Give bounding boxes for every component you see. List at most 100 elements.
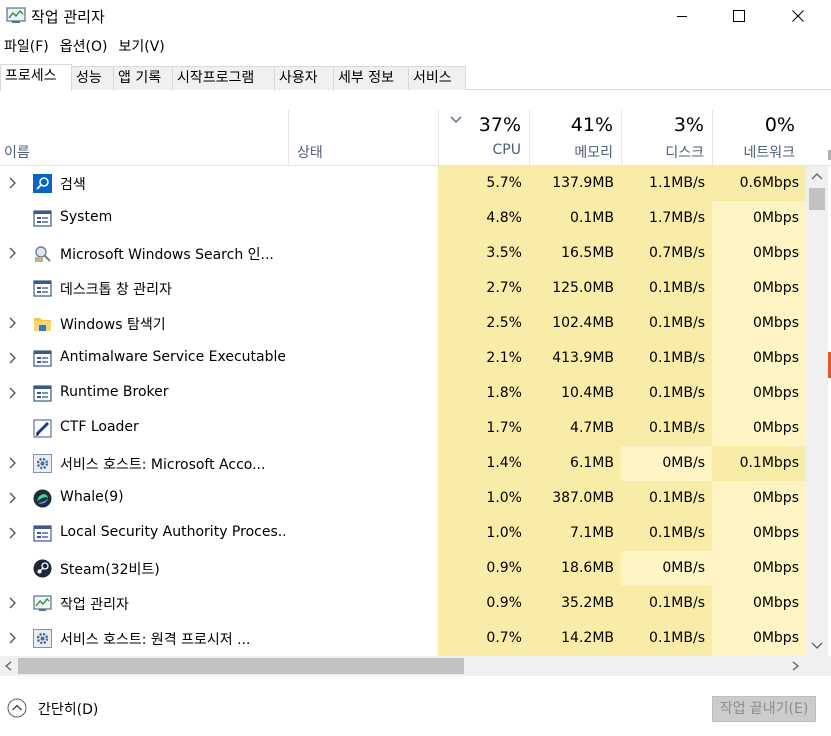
tab-details[interactable]: 세부 정보: [333, 66, 409, 90]
cpu-cell: 1.0%: [438, 516, 529, 551]
folder-icon: [34, 318, 51, 331]
expand-chevron-icon[interactable]: [7, 387, 17, 399]
process-row[interactable]: 작업 관리자 0.9% 35.2MB 0.1MB/s 0Mbps: [0, 586, 806, 621]
scroll-down-arrow-icon[interactable]: [811, 642, 823, 650]
cpu-cell: 2.1%: [438, 341, 529, 376]
minimize-button[interactable]: [652, 0, 712, 32]
expand-chevron-icon[interactable]: [7, 632, 17, 644]
expand-chevron-icon[interactable]: [7, 597, 17, 609]
process-row[interactable]: Local Security Authority Proces... 1.0% 7.…: [0, 516, 806, 551]
expand-chevron-icon[interactable]: [7, 457, 17, 469]
pen-icon: [33, 419, 52, 438]
disk-cell: 0.1MB/s: [621, 341, 712, 376]
whale-icon: [33, 489, 52, 508]
network-cell: 0Mbps: [712, 341, 806, 376]
network-cell: 0Mbps: [712, 516, 806, 551]
window-icon: [33, 525, 52, 542]
process-row[interactable]: 데스크톱 창 관리자 2.7% 125.0MB 0.1MB/s 0Mbps: [0, 271, 806, 306]
title-bar: 작업 관리자: [0, 0, 831, 34]
window-icon: [33, 350, 52, 367]
expand-chevron-icon[interactable]: [7, 352, 17, 364]
cpu-cell: 1.7%: [438, 411, 529, 446]
process-row[interactable]: Whale(9) 1.0% 387.0MB 0.1MB/s 0Mbps: [0, 481, 806, 516]
process-row[interactable]: Antimalware Service Executable 2.1% 413.9M…: [0, 341, 806, 376]
vertical-scrollbar[interactable]: [806, 166, 828, 656]
expand-chevron-icon[interactable]: [7, 492, 17, 504]
network-total-percent: 0%: [764, 114, 795, 136]
scrollbar-corner: [806, 656, 831, 676]
disk-cell: 0.1MB/s: [621, 411, 712, 446]
process-row[interactable]: 서비스 호스트: 원격 프로시저 ... 0.7% 14.2MB 0.1MB/s 0Mb…: [0, 621, 806, 656]
menu-view[interactable]: 보기(V): [114, 36, 171, 58]
menu-options[interactable]: 옵션(O): [56, 36, 115, 58]
menu-file[interactable]: 파일(F): [0, 36, 56, 58]
tab-app-history[interactable]: 앱 기록: [113, 66, 173, 90]
scroll-up-arrow-icon[interactable]: [811, 172, 823, 180]
scroll-left-arrow-icon[interactable]: [4, 661, 12, 671]
end-task-button[interactable]: 작업 끝내기(E): [712, 696, 816, 722]
process-row[interactable]: CTF Loader 1.7% 4.7MB 0.1MB/s 0Mbps: [0, 411, 806, 446]
header-status[interactable]: 상태: [289, 110, 438, 166]
process-row[interactable]: Steam(32비트) 0.9% 18.6MB 0MB/s 0Mbps: [0, 551, 806, 586]
tab-processes[interactable]: 프로세스: [0, 64, 72, 91]
memory-total-percent: 41%: [570, 114, 613, 136]
header-memory-label: 메모리: [574, 145, 613, 161]
process-row[interactable]: System 4.8% 0.1MB 1.7MB/s 0Mbps: [0, 201, 806, 236]
vertical-scroll-thumb[interactable]: [809, 188, 825, 210]
network-cell: 0.1Mbps: [712, 446, 806, 481]
fewer-details-link[interactable]: 간단히(D): [38, 699, 98, 719]
expand-chevron-icon[interactable]: [7, 247, 17, 259]
process-name: Steam(32비트): [60, 562, 160, 578]
tab-users[interactable]: 사용자: [274, 66, 334, 90]
expand-chevron-icon[interactable]: [7, 177, 17, 189]
process-name: Antimalware Service Executable: [60, 349, 285, 365]
tab-startup[interactable]: 시작프로그램: [172, 66, 275, 90]
header-memory[interactable]: 41% 메모리: [530, 110, 621, 166]
memory-cell: 137.9MB: [529, 166, 621, 201]
cpu-cell: 3.5%: [438, 236, 529, 271]
process-row[interactable]: Microsoft Windows Search 인... 3.5% 16.5MB 0…: [0, 236, 806, 271]
task-manager-icon: [33, 595, 52, 611]
chevron-up-circle-icon[interactable]: [7, 698, 27, 718]
disk-cell: 0.7MB/s: [621, 236, 712, 271]
process-row[interactable]: Windows 탐색기 2.5% 102.4MB 0.1MB/s 0Mbps: [0, 306, 806, 341]
maximize-button[interactable]: [709, 0, 769, 32]
tab-performance[interactable]: 성능: [71, 66, 114, 90]
process-row[interactable]: 서비스 호스트: Microsoft Acco... 1.4% 6.1MB 0MB/s…: [0, 446, 806, 481]
header-network[interactable]: 0% 네트워크: [713, 110, 807, 166]
header-cpu[interactable]: 37% CPU: [439, 110, 529, 166]
expand-chevron-icon[interactable]: [7, 317, 17, 329]
process-row[interactable]: 검색 5.7% 137.9MB 1.1MB/s 0.6Mbps: [0, 166, 806, 201]
disk-cell: 1.1MB/s: [621, 166, 712, 201]
minimize-icon: [677, 16, 687, 17]
header-disk[interactable]: 3% 디스크: [622, 110, 712, 166]
disk-cell: 0.1MB/s: [621, 481, 712, 516]
expand-chevron-icon[interactable]: [7, 527, 17, 539]
process-name: 서비스 호스트: 원격 프로시저 ...: [60, 632, 251, 648]
horizontal-scrollbar[interactable]: [0, 656, 806, 676]
memory-cell: 16.5MB: [529, 236, 621, 271]
cpu-cell: 1.4%: [438, 446, 529, 481]
process-row[interactable]: Runtime Broker 1.8% 10.4MB 0.1MB/s 0Mbps: [0, 376, 806, 411]
column-header: 이름 상태 37% CPU 41% 메모리 3% 디스크 0% 네트워크: [0, 110, 831, 166]
scroll-right-arrow-icon[interactable]: [792, 661, 800, 671]
network-cell: 0Mbps: [712, 376, 806, 411]
disk-cell: 0.1MB/s: [621, 306, 712, 341]
gear-icon: [33, 629, 52, 648]
close-icon: [792, 10, 804, 22]
tab-services[interactable]: 서비스: [408, 66, 466, 90]
horizontal-scroll-thumb[interactable]: [18, 658, 464, 674]
cpu-cell: 1.8%: [438, 376, 529, 411]
header-disk-label: 디스크: [665, 145, 704, 161]
process-name: CTF Loader: [60, 419, 139, 435]
header-name[interactable]: 이름: [0, 110, 288, 166]
header-network-label: 네트워크: [743, 145, 795, 161]
cpu-cell: 0.9%: [438, 551, 529, 586]
process-name: Microsoft Windows Search 인...: [60, 247, 274, 263]
close-button[interactable]: [768, 0, 828, 32]
cpu-cell: 0.9%: [438, 586, 529, 621]
disk-total-percent: 3%: [673, 114, 704, 136]
network-cell: 0Mbps: [712, 236, 806, 271]
memory-cell: 35.2MB: [529, 586, 621, 621]
disk-cell: 1.7MB/s: [621, 201, 712, 236]
